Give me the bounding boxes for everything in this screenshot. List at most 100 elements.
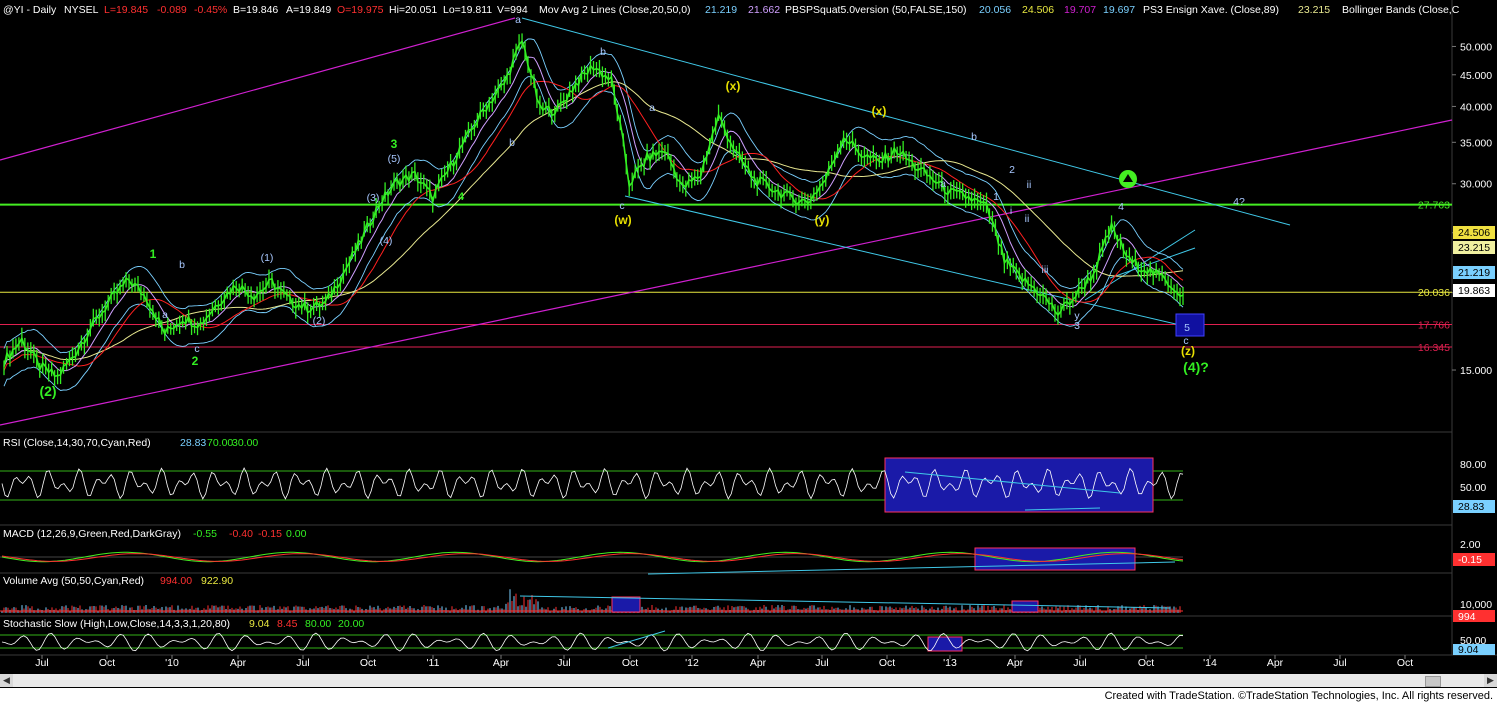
wave-label-blue: c xyxy=(619,200,624,212)
rsi-y-tick: 80.00 xyxy=(1460,459,1486,471)
wave-label-blue: 2 xyxy=(1009,164,1015,176)
high-value: Hi=20.051 xyxy=(389,4,437,16)
wave-label-blue: a xyxy=(649,102,655,114)
macd-title[interactable]: MACD (12,26,9,Green,Red,DarkGray) xyxy=(3,528,181,540)
change-value: -0.089 xyxy=(157,4,187,16)
wave-label-blue: ii xyxy=(1025,213,1030,225)
wave-label-blue: iii xyxy=(1042,264,1049,276)
price-tag: 17.766 xyxy=(1418,320,1450,332)
rsi-val-1: 28.83 xyxy=(180,437,206,449)
pbs-value-2: 24.506 xyxy=(1022,4,1054,16)
scroll-right-arrow[interactable]: ▶ xyxy=(1484,674,1497,687)
macd-val-3: -0.15 xyxy=(258,528,282,540)
chart-workspace: (2)1234(4)?(w)(x)(y)(x)(z)(1)(2)(3)(4)(5… xyxy=(0,0,1497,704)
rsi-title[interactable]: RSI (Close,14,30,70,Cyan,Red) xyxy=(3,437,151,449)
pbs-study-label[interactable]: PBSPSquat5.0version (50,FALSE,150) xyxy=(785,4,967,16)
volume-box-1 xyxy=(611,596,641,613)
wave-label-blue: (4) xyxy=(380,235,393,247)
last-price: L=19.845 xyxy=(104,4,148,16)
bid-value: B=19.846 xyxy=(233,4,278,16)
volume-last-tag: 994 xyxy=(1458,611,1476,623)
wave-label-blue: (5) xyxy=(388,153,401,165)
stoch-last-tag: 9.04 xyxy=(1458,644,1479,656)
rsi-last-tag: 28.83 xyxy=(1458,501,1484,513)
wave-label-blue: b xyxy=(600,46,606,58)
wave-label-green: 3 xyxy=(391,137,398,151)
bb-study-label[interactable]: Bollinger Bands (Close,C xyxy=(1342,4,1460,16)
wave-label-blue: c xyxy=(194,343,199,355)
rsi-val-3: 30.00 xyxy=(232,437,258,449)
macd-highlight-box xyxy=(974,547,1136,571)
price-tag: 27.763 xyxy=(1418,200,1450,212)
price-tag: 24.506 xyxy=(1458,227,1490,239)
price-tag: 23.215 xyxy=(1458,242,1490,254)
wave5-box xyxy=(1175,313,1205,337)
scroll-left-arrow[interactable]: ◀ xyxy=(0,674,13,687)
wave-label-yellow: (x) xyxy=(872,104,887,118)
volume-y-tick: 10,000 xyxy=(1460,599,1492,611)
ps3-value: 23.215 xyxy=(1298,4,1330,16)
change-pct: -0.45% xyxy=(194,4,227,16)
pbs-value-3: 19.707 xyxy=(1064,4,1096,16)
low-value: Lo=19.811 xyxy=(443,4,492,16)
volume-box-2 xyxy=(1011,600,1039,613)
footer-bar: Created with TradeStation. ©TradeStation… xyxy=(0,688,1497,704)
pbs-value-4: 19.697 xyxy=(1103,4,1135,16)
price-tag: 16.345 xyxy=(1418,342,1450,354)
open-value: O=19.975 xyxy=(337,4,384,16)
price-tag: 19.863 xyxy=(1458,285,1490,297)
horizontal-scrollbar[interactable]: ◀ ▶ xyxy=(0,674,1497,687)
rsi-highlight-box xyxy=(884,457,1154,513)
price-tag: 21.219 xyxy=(1458,267,1490,279)
wave-label-blue: b xyxy=(179,259,185,271)
wave-label-blue: b xyxy=(509,137,515,149)
stoch-box xyxy=(927,636,963,652)
wave-label-green: 2 xyxy=(192,354,199,368)
rsi-val-2: 70.00 xyxy=(207,437,233,449)
footer-credit: Created with TradeStation. ©TradeStation… xyxy=(1104,690,1493,702)
wave-label-yellow: (w) xyxy=(614,213,631,227)
macd-y-tick: 2.00 xyxy=(1460,539,1481,551)
macd-last-tag: -0.15 xyxy=(1458,554,1482,566)
y-tick-label: 30.000 xyxy=(1460,179,1492,191)
rsi-y-tick: 50.00 xyxy=(1460,482,1486,494)
wave-label-blue: a xyxy=(162,309,168,321)
wave-label-blue: 4 xyxy=(1118,201,1124,213)
wave-label-green: 1 xyxy=(150,247,157,261)
macd-val-1: -0.55 xyxy=(193,528,217,540)
wave-label-blue: 5 xyxy=(1184,322,1190,334)
wave-label-green: (4)? xyxy=(1183,359,1209,375)
macd-val-4: 0.00 xyxy=(286,528,307,540)
ma-value-1: 21.219 xyxy=(705,4,737,16)
wave-label-blue: 3 xyxy=(1074,320,1080,332)
volume-title[interactable]: Volume Avg (50,50,Cyan,Red) xyxy=(3,575,144,587)
ma-value-2: 21.662 xyxy=(748,4,780,16)
wave-label-blue: (3) xyxy=(367,192,380,204)
y-tick-label: 15.000 xyxy=(1460,365,1492,377)
wave-label-green: (2) xyxy=(39,383,56,399)
wave-label-blue: (2) xyxy=(313,315,326,327)
stoch-val-2: 8.45 xyxy=(277,618,298,630)
volume-val-1: 994.00 xyxy=(160,575,192,587)
ma-study-label[interactable]: Mov Avg 2 Lines (Close,20,50,0) xyxy=(539,4,691,16)
wave-label-blue: 1 xyxy=(993,191,999,203)
symbol-label[interactable]: @YI - Daily xyxy=(3,4,57,16)
wave-label-green: 4 xyxy=(458,191,465,203)
stoch-val-1: 9.04 xyxy=(249,618,270,630)
wave-label-yellow: (x) xyxy=(726,79,741,93)
ps3-study-label[interactable]: PS3 Ensign Xave. (Close,89) xyxy=(1143,4,1279,16)
volume-value: V=994 xyxy=(497,4,528,16)
volume-val-2: 922.90 xyxy=(201,575,233,587)
wave-label-yellow: (y) xyxy=(815,213,830,227)
stoch-val-3: 80.00 xyxy=(305,618,331,630)
scroll-thumb[interactable] xyxy=(1425,676,1441,687)
wave-label-blue: 4? xyxy=(1233,196,1245,208)
stoch-title[interactable]: Stochastic Slow (High,Low,Close,14,3,3,1… xyxy=(3,618,230,630)
y-tick-label: 35.000 xyxy=(1460,137,1492,149)
wave-label-blue: (1) xyxy=(261,252,274,264)
wave-label-blue: ii xyxy=(1027,179,1032,191)
price-header: @YI - Daily NYSEL L=19.845 -0.089 -0.45%… xyxy=(3,4,1460,16)
pbs-value-1: 20.056 xyxy=(979,4,1011,16)
y-tick-label: 40.000 xyxy=(1460,101,1492,113)
wave-label-blue: i xyxy=(1010,205,1012,217)
